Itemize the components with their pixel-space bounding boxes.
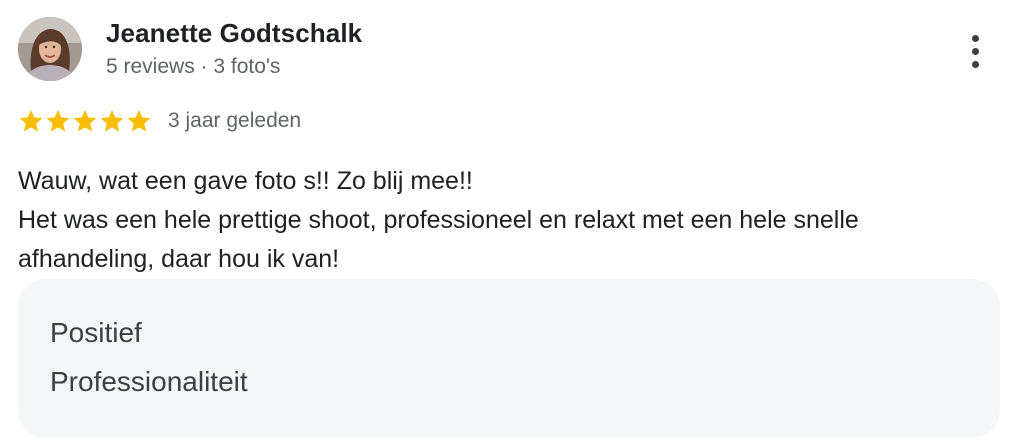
- review-card: Jeanette Godtschalk 5 reviews · 3 foto's…: [0, 0, 1010, 446]
- review-text: Wauw, wat een gave foto s!! Zo blij mee!…: [18, 162, 993, 279]
- star-icon: [126, 108, 152, 134]
- review-text-line: Het was een hele prettige shoot, profess…: [18, 206, 859, 234]
- more-vert-icon-dot: [971, 47, 979, 55]
- review-text-line: Wauw, wat een gave foto s!! Zo blij mee!…: [18, 167, 473, 195]
- star-icon: [45, 108, 71, 134]
- attribute-label: Positief: [50, 317, 142, 348]
- author-meta: 5 reviews · 3 foto's: [106, 55, 281, 78]
- review-text-line: afhandeling, daar hou ik van!: [18, 245, 340, 273]
- author-name[interactable]: Jeanette Godtschalk: [106, 18, 362, 49]
- attribute-label: Professionaliteit: [50, 366, 248, 397]
- author-avatar[interactable]: [18, 17, 82, 81]
- more-options-button[interactable]: [958, 30, 992, 72]
- review-attributes-box: Positief Professionaliteit: [18, 279, 1000, 438]
- more-vert-icon: [971, 34, 979, 42]
- star-icon: [72, 108, 98, 134]
- star-icon: [18, 108, 44, 134]
- profile-photo-icon: [18, 17, 82, 81]
- rating-row: 3 jaar geleden: [18, 106, 301, 136]
- star-icon: [99, 108, 125, 134]
- review-date: 3 jaar geleden: [168, 109, 302, 132]
- more-vert-icon-dot: [971, 60, 979, 68]
- star-rating: [18, 108, 152, 134]
